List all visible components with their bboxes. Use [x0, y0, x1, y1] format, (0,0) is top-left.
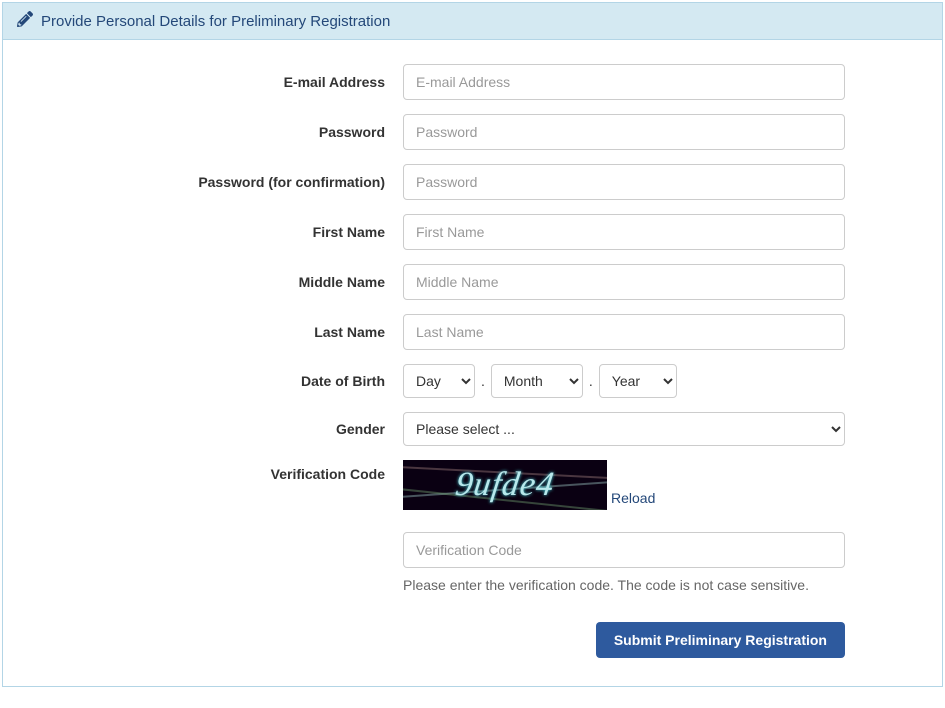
captcha-image: 9ufde4: [403, 460, 607, 510]
dob-row: Date of Birth Day . Month . Year: [43, 364, 902, 398]
dob-label: Date of Birth: [43, 373, 403, 389]
password-label: Password: [43, 124, 403, 140]
dob-separator: .: [481, 373, 485, 389]
password-confirm-row: Password (for confirmation): [43, 164, 902, 200]
first-name-label: First Name: [43, 224, 403, 240]
submit-button[interactable]: Submit Preliminary Registration: [596, 622, 845, 658]
panel-body: E-mail Address Password Password (for co…: [3, 40, 942, 686]
email-field[interactable]: [403, 64, 845, 100]
verification-code-field[interactable]: [403, 532, 845, 568]
dob-separator: .: [589, 373, 593, 389]
first-name-row: First Name: [43, 214, 902, 250]
reload-link[interactable]: Reload: [611, 490, 655, 506]
first-name-field[interactable]: [403, 214, 845, 250]
password-confirm-label: Password (for confirmation): [43, 174, 403, 190]
dob-year-select[interactable]: Year: [599, 364, 677, 398]
panel-title: Provide Personal Details for Preliminary…: [41, 13, 390, 30]
middle-name-row: Middle Name: [43, 264, 902, 300]
verification-row: Verification Code 9ufde4 Reload Please e…: [43, 460, 902, 596]
gender-row: Gender Please select ...: [43, 412, 902, 446]
last-name-row: Last Name: [43, 314, 902, 350]
dob-day-select[interactable]: Day: [403, 364, 475, 398]
middle-name-field[interactable]: [403, 264, 845, 300]
panel-header: Provide Personal Details for Preliminary…: [3, 3, 942, 40]
email-label: E-mail Address: [43, 74, 403, 90]
email-row: E-mail Address: [43, 64, 902, 100]
button-row: Submit Preliminary Registration: [43, 622, 845, 658]
password-field[interactable]: [403, 114, 845, 150]
last-name-label: Last Name: [43, 324, 403, 340]
middle-name-label: Middle Name: [43, 274, 403, 290]
gender-select[interactable]: Please select ...: [403, 412, 845, 446]
password-row: Password: [43, 114, 902, 150]
dob-month-select[interactable]: Month: [491, 364, 583, 398]
verification-label: Verification Code: [43, 460, 403, 482]
verification-help-text: Please enter the verification code. The …: [403, 576, 845, 596]
password-confirm-field[interactable]: [403, 164, 845, 200]
gender-label: Gender: [43, 421, 403, 437]
edit-icon: [17, 11, 33, 31]
captcha-text: 9ufde4: [453, 466, 557, 504]
last-name-field[interactable]: [403, 314, 845, 350]
registration-panel: Provide Personal Details for Preliminary…: [2, 2, 943, 687]
